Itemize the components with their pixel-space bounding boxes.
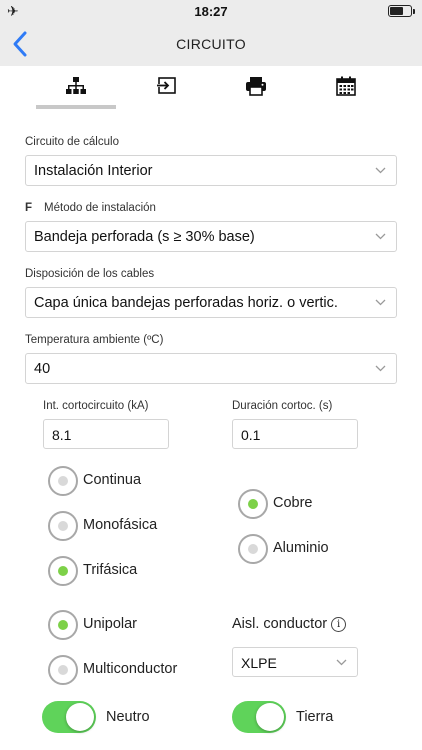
- battery-icon: [388, 5, 415, 17]
- int-cortocircuito-label: Int. cortocircuito (kA): [43, 400, 149, 412]
- radio-circle: [48, 511, 78, 541]
- metodo-instalacion-value: Bandeja perforada (s ≥ 30% base): [34, 229, 255, 245]
- chevron-down-icon: [375, 365, 386, 372]
- int-cortocircuito-input[interactable]: 8.1: [43, 419, 169, 449]
- temperatura-value: 40: [34, 361, 51, 377]
- aislamiento-value: XLPE: [241, 655, 277, 671]
- tab-calendar[interactable]: [335, 76, 359, 98]
- disposicion-cables-label: Disposición de los cables: [25, 268, 155, 280]
- metodo-instalacion-label: F Método de instalación: [25, 202, 156, 214]
- circuito-calculo-label: Circuito de cálculo: [25, 136, 119, 148]
- neutro-label: Neutro: [106, 709, 150, 725]
- radio-multiconductor-label: Multiconductor: [83, 661, 178, 677]
- status-time: 18:27: [194, 4, 228, 19]
- tab-print[interactable]: [245, 76, 269, 98]
- active-tab-indicator: [36, 105, 116, 109]
- chevron-down-icon: [375, 167, 386, 174]
- radio-circle: [48, 655, 78, 685]
- duracion-cortoc-input[interactable]: 0.1: [232, 419, 358, 449]
- temperatura-select[interactable]: 40: [25, 353, 397, 384]
- metodo-instalacion-label-text: Método de instalación: [44, 202, 156, 214]
- metodo-instalacion-code: F: [25, 202, 33, 214]
- duracion-cortoc-label: Duración cortoc. (s): [232, 400, 333, 412]
- info-icon[interactable]: i: [331, 617, 347, 632]
- aislamiento-label: Aisl. conductor i: [232, 616, 347, 632]
- radio-continua-label: Continua: [83, 472, 142, 488]
- chevron-down-icon: [375, 299, 386, 306]
- chevron-down-icon: [375, 233, 386, 240]
- radio-circle: [48, 466, 78, 496]
- chevron-down-icon: [336, 659, 347, 666]
- disposicion-cables-select[interactable]: Capa única bandejas perforadas horiz. o …: [25, 287, 397, 318]
- duracion-cortoc-value: 0.1: [241, 427, 261, 443]
- radio-monofasica-label: Monofásica: [83, 517, 158, 533]
- aislamiento-label-text: Aisl. conductor: [232, 616, 328, 632]
- int-cortocircuito-value: 8.1: [52, 427, 72, 443]
- navigation-bar: CIRCUITO: [0, 22, 422, 66]
- circuito-calculo-select[interactable]: Instalación Interior: [25, 155, 397, 186]
- radio-cobre-label: Cobre: [273, 495, 313, 511]
- tab-input[interactable]: [155, 76, 179, 98]
- tierra-toggle[interactable]: [232, 701, 286, 733]
- aislamiento-select[interactable]: XLPE: [232, 647, 358, 677]
- printer-icon: [246, 77, 266, 96]
- disposicion-cables-value: Capa única bandejas perforadas horiz. o …: [34, 295, 338, 311]
- radio-trifasica-label: Trifásica: [83, 562, 138, 578]
- calendar-icon: [336, 76, 356, 96]
- radio-aluminio-label: Aluminio: [273, 540, 329, 556]
- tab-hierarchy[interactable]: [65, 76, 89, 98]
- input-icon: [156, 77, 176, 94]
- circuito-calculo-value: Instalación Interior: [34, 163, 153, 179]
- radio-circle: [48, 610, 78, 640]
- page-title: CIRCUITO: [176, 36, 246, 52]
- neutro-toggle[interactable]: [42, 701, 96, 733]
- status-bar: ✈ 18:27: [0, 0, 422, 22]
- temperatura-label: Temperatura ambiente (ºC): [25, 334, 164, 346]
- radio-circle: [238, 534, 268, 564]
- radio-circle: [238, 489, 268, 519]
- hierarchy-icon: [66, 77, 86, 94]
- radio-unipolar-label: Unipolar: [83, 616, 137, 632]
- tierra-label: Tierra: [296, 709, 334, 725]
- radio-circle: [48, 556, 78, 586]
- metodo-instalacion-select[interactable]: Bandeja perforada (s ≥ 30% base): [25, 221, 397, 252]
